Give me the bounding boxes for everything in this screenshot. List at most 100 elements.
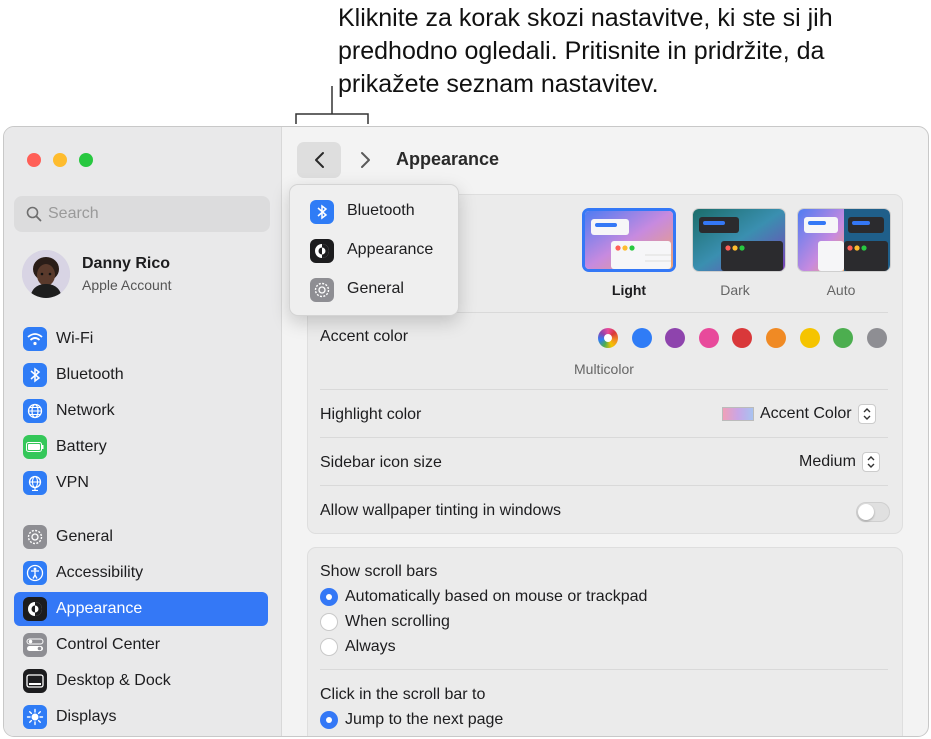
sidebar-item-label: General	[56, 528, 113, 545]
sidebar-item-label: Accessibility	[56, 564, 144, 581]
sidebar-item-network[interactable]: Network	[14, 394, 268, 428]
radio-jump-next-page[interactable]	[320, 711, 338, 729]
sidebar: Danny Rico Apple Account Wi-Fi Bluetooth…	[4, 127, 282, 736]
control-center-icon	[23, 633, 47, 657]
wifi-icon	[23, 327, 47, 351]
theme-light-label: Light	[611, 282, 647, 298]
forward-button[interactable]	[347, 142, 383, 178]
callout-line-1: Kliknite za korak skozi nastavitve, ki s…	[338, 4, 833, 32]
highlight-color-swatch	[722, 407, 754, 421]
gear-icon	[310, 278, 334, 302]
appearance-icon	[23, 597, 47, 621]
wallpaper-tinting-toggle[interactable]	[856, 502, 890, 522]
account-subtitle: Apple Account	[82, 277, 172, 293]
search-field[interactable]	[14, 196, 270, 232]
chevron-right-icon	[361, 152, 370, 168]
callout-line-3: prikažete seznam nastavitev.	[338, 70, 659, 98]
accent-purple-swatch[interactable]	[665, 328, 685, 348]
radio-when-scrolling-label[interactable]: When scrolling	[345, 613, 450, 631]
accent-orange-swatch[interactable]	[766, 328, 786, 348]
sidebar-item-label: Battery	[56, 438, 107, 455]
dock-icon	[23, 669, 47, 693]
search-input[interactable]	[48, 202, 258, 226]
radio-always-label[interactable]: Always	[345, 638, 396, 656]
highlight-color-value: Accent Color	[760, 405, 852, 423]
avatar	[22, 250, 70, 298]
sidebar-item-general[interactable]: General	[14, 520, 268, 554]
sidebar-item-bluetooth[interactable]: Bluetooth	[14, 358, 268, 392]
sidebar-item-label: Wi-Fi	[56, 330, 94, 347]
radio-always[interactable]	[320, 638, 338, 656]
minimize-window-button[interactable]	[53, 153, 67, 167]
up-down-chevron-icon	[857, 404, 876, 424]
sidebar-item-label: VPN	[56, 474, 89, 491]
accent-blue-swatch[interactable]	[632, 328, 652, 348]
show-scroll-bars-label: Show scroll bars	[320, 563, 438, 580]
theme-dark-label: Dark	[720, 282, 750, 298]
battery-icon	[23, 435, 47, 459]
accent-selected-caption: Multicolor	[574, 361, 634, 377]
zoom-window-button[interactable]	[79, 153, 93, 167]
radio-jump-next-page-label[interactable]: Jump to the next page	[345, 711, 503, 729]
callout-line-2: predhodno ogledali. Pritisnite in pridrž…	[338, 37, 825, 65]
vpn-globe-icon	[23, 471, 47, 495]
theme-dark-thumbnail[interactable]	[692, 208, 786, 272]
accent-red-swatch[interactable]	[732, 328, 752, 348]
highlight-color-popup[interactable]: Accent Color	[722, 404, 876, 424]
page-title: Appearance	[396, 149, 500, 169]
divider	[320, 669, 888, 670]
sidebar-icon-size-value: Medium	[799, 453, 856, 471]
radio-automatic[interactable]	[320, 588, 338, 606]
history-menu-item-appearance[interactable]: Appearance	[298, 233, 450, 269]
radio-when-scrolling[interactable]	[320, 613, 338, 631]
close-window-button[interactable]	[27, 153, 41, 167]
chevron-left-icon	[315, 152, 324, 168]
sidebar-item-label: Network	[56, 402, 115, 419]
sidebar-item-desktop-dock[interactable]: Desktop & Dock	[14, 664, 268, 698]
accent-multicolor-swatch[interactable]	[598, 328, 618, 348]
gear-icon	[23, 525, 47, 549]
up-down-chevron-icon	[861, 452, 880, 472]
accessibility-icon	[23, 561, 47, 585]
divider	[320, 389, 888, 390]
search-icon	[26, 206, 42, 222]
sidebar-item-wifi[interactable]: Wi-Fi	[14, 322, 268, 356]
sidebar-item-label: Bluetooth	[56, 366, 124, 383]
bluetooth-icon	[310, 200, 334, 224]
theme-auto-label: Auto	[826, 282, 856, 298]
sidebar-icon-size-popup[interactable]: Medium	[799, 452, 880, 472]
globe-icon	[23, 399, 47, 423]
divider	[320, 485, 888, 486]
accent-yellow-swatch[interactable]	[800, 328, 820, 348]
back-button[interactable]	[297, 142, 341, 178]
sun-icon	[23, 705, 47, 729]
sidebar-item-battery[interactable]: Battery	[14, 430, 268, 464]
account-name: Danny Rico	[82, 255, 171, 272]
apple-account[interactable]: Danny Rico Apple Account	[22, 248, 272, 300]
sidebar-icon-size-label: Sidebar icon size	[320, 454, 442, 471]
theme-light-thumbnail[interactable]	[582, 208, 676, 272]
history-menu-item-bluetooth[interactable]: Bluetooth	[298, 194, 450, 230]
sidebar-item-vpn[interactable]: VPN	[14, 466, 268, 500]
highlight-color-label: Highlight color	[320, 406, 422, 423]
history-menu-label: General	[347, 280, 404, 297]
sidebar-item-accessibility[interactable]: Accessibility	[14, 556, 268, 590]
bluetooth-icon	[23, 363, 47, 387]
divider	[320, 437, 888, 438]
accent-green-swatch[interactable]	[833, 328, 853, 348]
settings-window: Danny Rico Apple Account Wi-Fi Bluetooth…	[3, 126, 929, 737]
sidebar-item-label: Displays	[56, 708, 117, 725]
sidebar-item-label: Appearance	[56, 600, 143, 617]
accent-pink-swatch[interactable]	[699, 328, 719, 348]
theme-auto-thumbnail[interactable]	[797, 208, 891, 272]
sidebar-item-control-center[interactable]: Control Center	[14, 628, 268, 662]
sidebar-item-label: Control Center	[56, 636, 161, 653]
history-menu-label: Bluetooth	[347, 202, 415, 219]
callout-text: Kliknite za korak skozi nastavitve, ki s…	[338, 2, 928, 101]
history-menu-item-general[interactable]: General	[298, 272, 450, 308]
toggle-knob	[858, 504, 874, 520]
radio-automatic-label[interactable]: Automatically based on mouse or trackpad	[345, 588, 647, 606]
sidebar-item-appearance[interactable]: Appearance	[14, 592, 268, 626]
accent-graphite-swatch[interactable]	[867, 328, 887, 348]
sidebar-item-displays[interactable]: Displays	[14, 700, 268, 734]
